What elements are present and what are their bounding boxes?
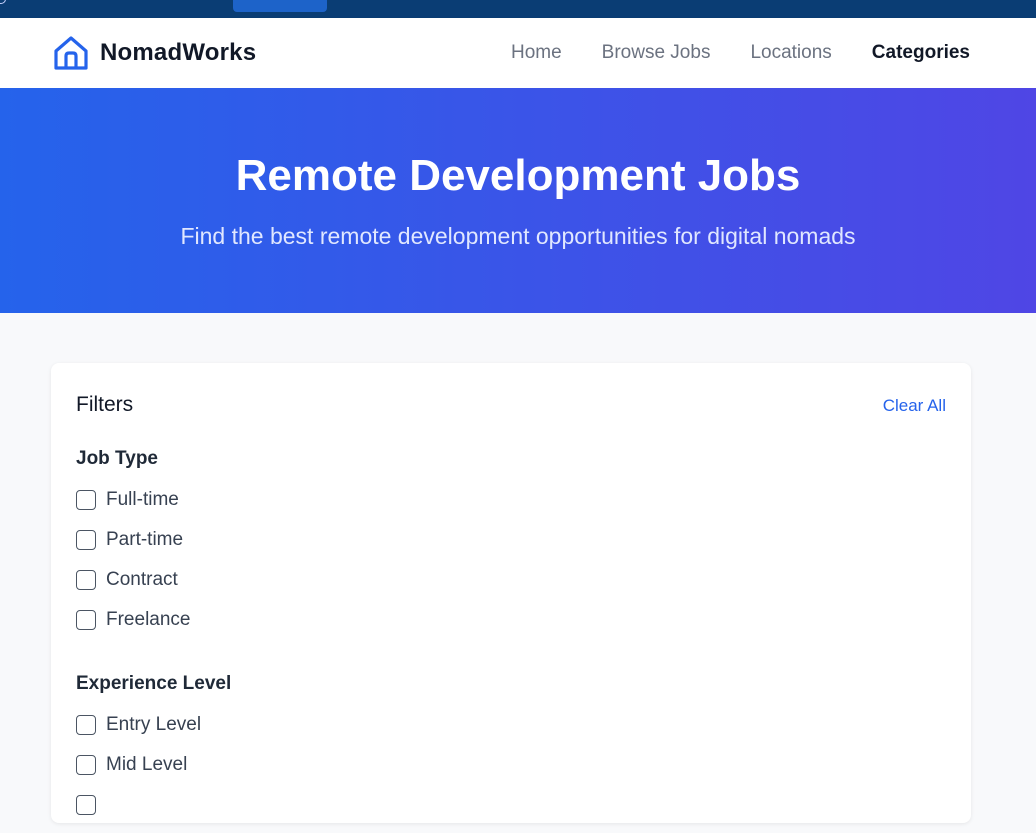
page-title: Remote Development Jobs — [235, 151, 801, 200]
nav-link-browse-jobs[interactable]: Browse Jobs — [602, 42, 711, 64]
option-mid-level[interactable]: Mid Level — [76, 753, 231, 777]
hero-banner: Remote Development Jobs Find the best re… — [0, 88, 1036, 313]
option-label: Full-time — [106, 489, 179, 510]
freelance-checkbox[interactable] — [76, 610, 96, 630]
option-part-time[interactable]: Part-time — [76, 528, 191, 552]
option-label: Part-time — [106, 529, 184, 550]
job-type-group: Job Type Full-time Part-time Contract Fr… — [76, 448, 191, 648]
job-type-title: Job Type — [76, 448, 158, 469]
entry-level-checkbox[interactable] — [76, 715, 96, 735]
page-subtitle: Find the best remote development opportu… — [180, 223, 856, 249]
option-label: Entry Level — [106, 714, 202, 735]
filters-title: Filters — [76, 393, 134, 416]
mid-level-checkbox[interactable] — [76, 755, 96, 775]
browser-top-bar — [0, 0, 1036, 18]
part-time-checkbox[interactable] — [76, 530, 96, 550]
option-partial[interactable] — [76, 793, 231, 817]
full-time-checkbox[interactable] — [76, 490, 96, 510]
contract-checkbox[interactable] — [76, 570, 96, 590]
option-entry-level[interactable]: Entry Level — [76, 713, 231, 737]
option-label: Freelance — [106, 609, 191, 630]
experience-level-title: Experience Level — [76, 673, 232, 694]
option-contract[interactable]: Contract — [76, 568, 191, 592]
option-label: Mid Level — [106, 754, 188, 775]
info-icon — [0, 0, 6, 4]
brand-name: NomadWorks — [100, 39, 257, 66]
top-bar-button[interactable] — [233, 0, 327, 12]
site-header: NomadWorks Home Browse Jobs Locations Ca… — [0, 18, 1036, 88]
option-freelance[interactable]: Freelance — [76, 608, 191, 632]
nav-link-home[interactable]: Home — [511, 42, 562, 64]
nav-link-categories[interactable]: Categories — [872, 42, 970, 64]
option-label: Contract — [106, 569, 178, 590]
option-full-time[interactable]: Full-time — [76, 488, 191, 512]
main-nav: Home Browse Jobs Locations Categories — [511, 42, 970, 64]
partial-checkbox[interactable] — [76, 795, 96, 815]
home-icon — [54, 36, 88, 70]
filters-panel: Filters Clear All Job Type Full-time Par… — [51, 363, 971, 823]
experience-level-group: Experience Level Entry Level Mid Level — [76, 673, 231, 833]
brand-logo[interactable]: NomadWorks — [52, 34, 256, 72]
clear-all-link[interactable]: Clear All — [883, 396, 946, 416]
nav-link-locations[interactable]: Locations — [750, 42, 831, 64]
